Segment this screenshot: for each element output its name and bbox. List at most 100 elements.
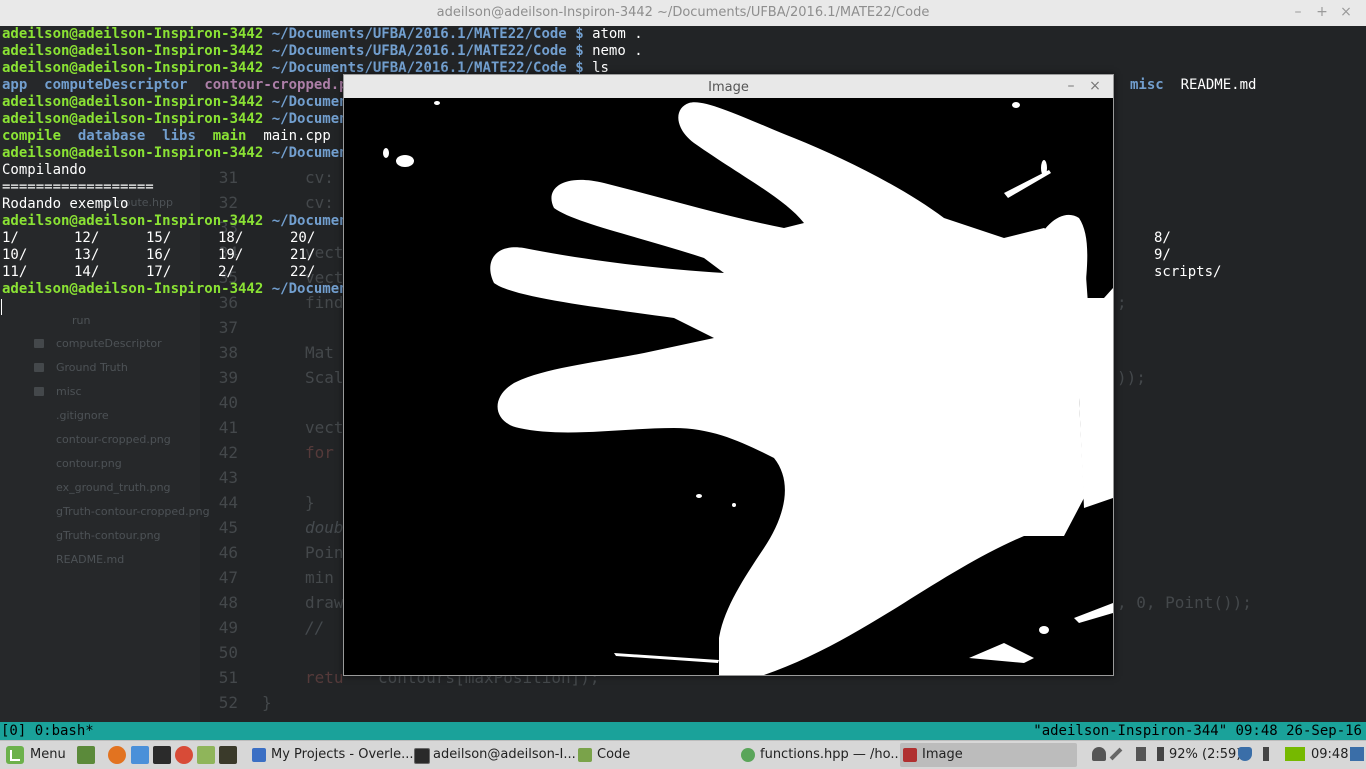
dir-entry: 8/ (1154, 230, 1171, 246)
dir-entry: 10/ (2, 247, 28, 263)
task-label: My Projects - Overle... (271, 747, 414, 762)
menu-label: Menu (30, 747, 66, 762)
code-line: } (262, 693, 272, 712)
firefox-icon[interactable] (108, 746, 126, 764)
terminal-title: adeilson@adeilson-Inspiron-3442 ~/Docume… (436, 5, 930, 20)
task-label: Image (922, 747, 963, 762)
image-window-titlebar[interactable]: Image – × (344, 75, 1113, 98)
browser-icon (252, 748, 266, 762)
user-icon[interactable] (1092, 747, 1106, 761)
tmux-status-right: "adeilson-Inspiron-344" 09:48 26-Sep-16 (1033, 723, 1362, 739)
network-icon[interactable] (1350, 747, 1364, 761)
code-line: draw (305, 593, 344, 612)
code-line: retu (305, 668, 344, 687)
line-number: 40 (218, 393, 238, 412)
line-number: 38 (218, 343, 238, 362)
line-number: 42 (218, 443, 238, 462)
code-line: cv: (305, 193, 334, 212)
code-line: min (305, 568, 334, 587)
dir-entry: 20/ (290, 230, 316, 246)
task-code-folder[interactable]: Code (575, 743, 752, 767)
line-number: 44 (218, 493, 238, 512)
dir-entry: 11/ (2, 264, 28, 280)
task-overleaf[interactable]: My Projects - Overle... (249, 743, 426, 767)
code-line: cv: (305, 168, 334, 187)
code-line: Scal (305, 368, 344, 387)
terminal-line: app computeDescriptor contour-cropped.pn… (2, 77, 365, 93)
show-desktop-icon[interactable] (77, 746, 95, 764)
clock[interactable]: 09:48 (1311, 743, 1348, 767)
dir-entry: 22/ (290, 264, 316, 280)
dir-entry: 12/ (74, 230, 100, 246)
line-number: 45 (218, 518, 238, 537)
tree-item: run (72, 314, 91, 327)
close-button[interactable]: × (1086, 78, 1104, 94)
terminal-line: adeilson@adeilson-Inspiron-3442 ~/Docume… (2, 43, 643, 59)
dir-entry: 9/ (1154, 247, 1171, 263)
task-atom[interactable]: functions.hpp — /ho... (738, 743, 915, 767)
chromium-icon[interactable] (131, 746, 149, 764)
maximize-button[interactable]: + (1310, 4, 1334, 20)
mint-logo-icon (6, 746, 24, 764)
minimize-button[interactable]: – (1286, 4, 1310, 20)
tree-item: misc (56, 385, 82, 398)
line-number: 49 (218, 618, 238, 637)
chrome-icon[interactable] (175, 746, 193, 764)
dir-entry: 21/ (290, 247, 316, 263)
dir-entry: 2/ (218, 264, 235, 280)
code-line: doub (305, 518, 344, 537)
terminal-icon[interactable] (153, 746, 171, 764)
image-window-icon (903, 748, 917, 762)
line-number: 47 (218, 568, 238, 587)
image-window[interactable]: Image – × (343, 74, 1114, 676)
shield-icon[interactable] (1238, 747, 1252, 761)
tree-item: gTruth-contour.png (56, 529, 161, 542)
code-line: ; (1117, 293, 1127, 312)
tree-item: Ground Truth (56, 361, 128, 374)
terminal-cursor (1, 299, 2, 315)
task-image[interactable]: Image (900, 743, 1077, 767)
tree-item: ex_ground_truth.png (56, 481, 171, 494)
volume-icon[interactable] (1136, 747, 1146, 761)
task-label: adeilson@adeilson-I... (433, 747, 576, 762)
task-label: functions.hpp — /ho... (760, 747, 903, 762)
code-line: for (305, 443, 334, 462)
terminal-line: compile database libs main main.cpp ru (2, 128, 364, 144)
code-line: Mat (305, 343, 334, 362)
bluetooth-icon[interactable] (1263, 747, 1269, 761)
folder-icon (578, 748, 592, 762)
tree-item: contour-cropped.png (56, 433, 171, 446)
dir-entry: scripts/ (1154, 264, 1222, 280)
line-number: 51 (218, 668, 238, 687)
battery-icon[interactable] (1157, 747, 1164, 761)
folder-icon (34, 339, 44, 348)
tree-item: .gitignore (56, 409, 109, 422)
terminal-titlebar[interactable]: adeilson@adeilson-Inspiron-3442 ~/Docume… (0, 0, 1366, 27)
system-monitor-icon[interactable] (219, 746, 237, 764)
dir-entry: 13/ (74, 247, 100, 263)
line-number: 39 (218, 368, 238, 387)
code-line: )); (1117, 368, 1146, 387)
atom-icon (741, 748, 755, 762)
taskbar: Menu My Projects - Overle... adeilson@ad… (0, 740, 1366, 769)
files-icon[interactable] (197, 746, 215, 764)
tmux-status-bar: [0] 0:bash* "adeilson-Inspiron-344" 09:4… (0, 722, 1366, 740)
dir-entry: 15/ (146, 230, 172, 246)
nvidia-icon[interactable] (1285, 747, 1305, 761)
task-terminal[interactable]: adeilson@adeilson-I... (411, 743, 588, 767)
tree-item: contour.png (56, 457, 122, 470)
task-label: Code (597, 747, 631, 762)
dir-entry: 16/ (146, 247, 172, 263)
tree-item: gTruth-contour-cropped.png (56, 505, 210, 518)
line-number: 37 (218, 318, 238, 337)
code-line: } (305, 493, 315, 512)
minimize-button[interactable]: – (1062, 78, 1080, 94)
menu-button[interactable]: Menu (2, 743, 72, 767)
close-button[interactable]: × (1334, 4, 1358, 20)
tmux-window-list[interactable]: [0] 0:bash* (1, 722, 94, 740)
dir-entry: 19/ (218, 247, 244, 263)
line-number: 48 (218, 593, 238, 612)
image-canvas (344, 98, 1113, 675)
pen-icon[interactable] (1109, 747, 1123, 761)
terminal-line: ================== (2, 179, 154, 195)
